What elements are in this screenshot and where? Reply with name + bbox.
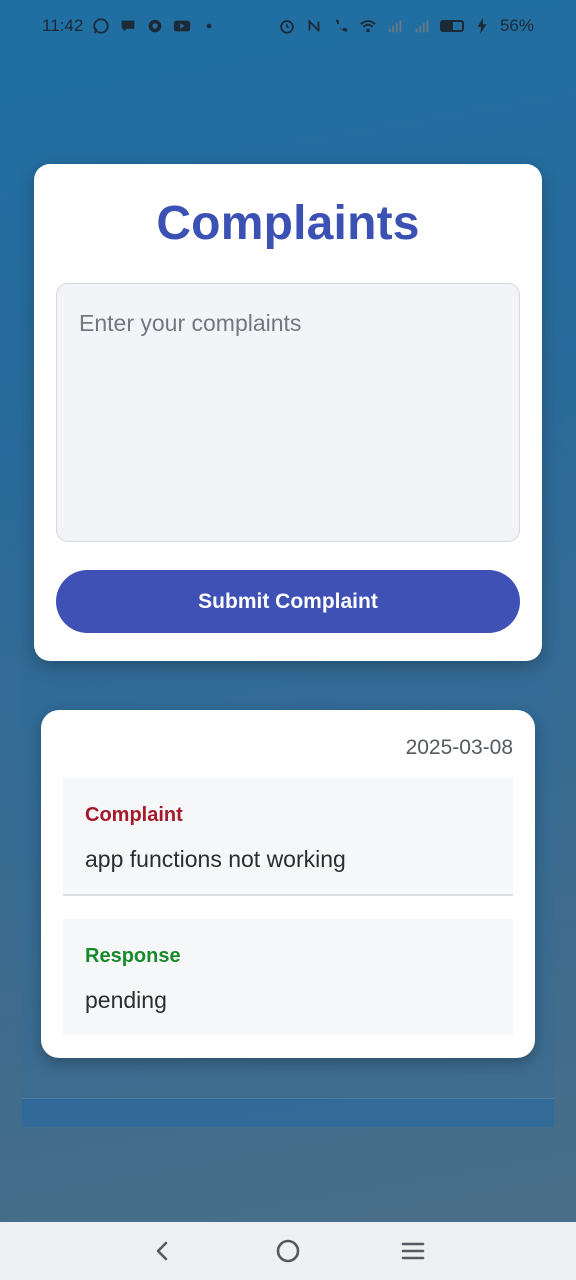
complaint-text: app functions not working — [85, 846, 346, 872]
wifi-icon — [359, 17, 377, 35]
whatsapp-icon — [92, 17, 110, 35]
status-right: 56% — [278, 16, 534, 36]
response-section: Response pending — [63, 919, 513, 1035]
wifi-call-icon — [332, 17, 350, 35]
back-icon[interactable] — [143, 1231, 183, 1271]
response-label: Response — [85, 945, 181, 967]
response-text: pending — [85, 987, 167, 1013]
dot-icon — [200, 17, 218, 35]
home-icon[interactable] — [268, 1231, 308, 1271]
complaint-list-footer — [22, 1098, 554, 1127]
battery-level — [441, 22, 454, 30]
complaint-label: Complaint — [85, 804, 183, 826]
messages-icon — [119, 17, 137, 35]
status-time: 11:42 — [42, 16, 84, 35]
game-controller-icon — [146, 17, 164, 35]
status-left: 11:42 — [42, 16, 218, 36]
page-title: Complaints — [156, 197, 420, 250]
navigation-bar — [0, 1222, 576, 1280]
recent-apps-icon[interactable] — [393, 1231, 433, 1271]
battery-percent: 56% — [499, 16, 534, 35]
signal-icon — [386, 17, 404, 35]
complaint-input[interactable] — [56, 283, 520, 542]
submit-complaint-button[interactable]: Submit Complaint — [56, 570, 520, 633]
youtube-icon — [173, 17, 191, 35]
battery-icon — [439, 20, 464, 32]
complaint-section: Complaint app functions not working — [63, 778, 513, 896]
charging-icon — [473, 17, 491, 35]
complaint-date: 2025-03-08 — [405, 736, 513, 759]
nfc-icon — [305, 17, 323, 35]
signal-icon — [413, 17, 431, 35]
status-bar: 11:42 56% — [0, 0, 576, 52]
alarm-icon — [278, 17, 296, 35]
